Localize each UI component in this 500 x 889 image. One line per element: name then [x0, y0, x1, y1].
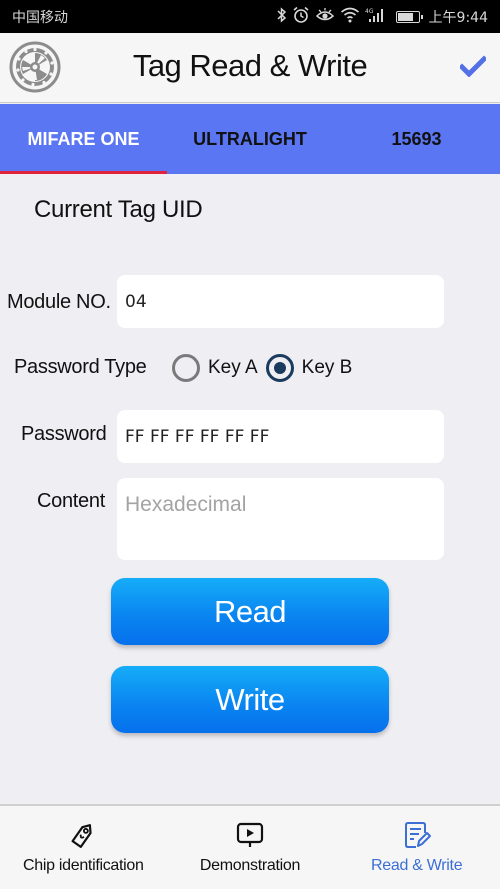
wifi-icon [340, 7, 360, 27]
write-button[interactable]: Write [111, 666, 389, 733]
bottom-navigation: Chip identification Demonstration Read &… [0, 804, 500, 889]
key-b-label[interactable]: Key B [302, 357, 353, 379]
page-title: Tag Read & Write [132, 48, 368, 83]
status-bar: 中国移动 4G 上午9:44 [0, 0, 500, 33]
carrier-name: 中国移动 [12, 10, 68, 26]
tag-icon [68, 820, 98, 850]
eye-care-icon [315, 7, 335, 27]
content-label: Content [37, 490, 105, 512]
password-type-radio-group: Key A Key B [172, 354, 360, 382]
password-label: Password [21, 423, 107, 445]
nav-demonstration-label: Demonstration [199, 857, 301, 874]
module-number-value: 04 [125, 291, 147, 312]
tab-15693[interactable]: 15693 [333, 104, 500, 174]
content-placeholder: Hexadecimal [125, 493, 247, 516]
nav-chip-identification[interactable]: Chip identification [0, 806, 167, 889]
clock-time: 上午9:44 [428, 10, 488, 26]
alarm-icon [292, 6, 310, 28]
tab-mifare-one[interactable]: MIFARE ONE [0, 104, 167, 174]
key-a-label[interactable]: Key A [208, 357, 258, 379]
title-bar: Tag Read & Write [0, 33, 500, 103]
password-input[interactable]: FF FF FF FF FF FF [117, 410, 444, 463]
current-tag-uid-label: Current Tag UID [34, 196, 203, 223]
nav-read-write[interactable]: Read & Write [333, 806, 500, 889]
nav-read-write-label: Read & Write [371, 857, 463, 874]
signal-icon: 4G [365, 7, 387, 27]
video-play-icon [235, 820, 265, 850]
nav-demonstration[interactable]: Demonstration [167, 806, 334, 889]
bluetooth-icon [277, 7, 287, 27]
key-b-radio[interactable] [265, 354, 294, 382]
edit-document-icon [402, 820, 432, 850]
key-a-radio[interactable] [172, 354, 200, 382]
checkmark-icon[interactable] [458, 55, 488, 78]
read-button[interactable]: Read [111, 578, 389, 645]
tag-type-tabs: MIFARE ONE ULTRALIGHT 15693 [0, 104, 500, 174]
password-value: FF FF FF FF FF FF [125, 426, 270, 447]
module-number-input[interactable]: 04 [117, 275, 444, 328]
nav-chip-identification-label: Chip identification [23, 857, 144, 874]
password-type-label: Password Type [14, 356, 147, 378]
svg-text:4G: 4G [365, 8, 374, 15]
battery-icon [395, 11, 423, 23]
status-icons: 4G 上午9:44 [277, 6, 488, 28]
content-input[interactable]: Hexadecimal [117, 478, 444, 560]
tab-ultralight[interactable]: ULTRALIGHT [167, 104, 333, 174]
module-number-label: Module NO. [7, 291, 111, 313]
